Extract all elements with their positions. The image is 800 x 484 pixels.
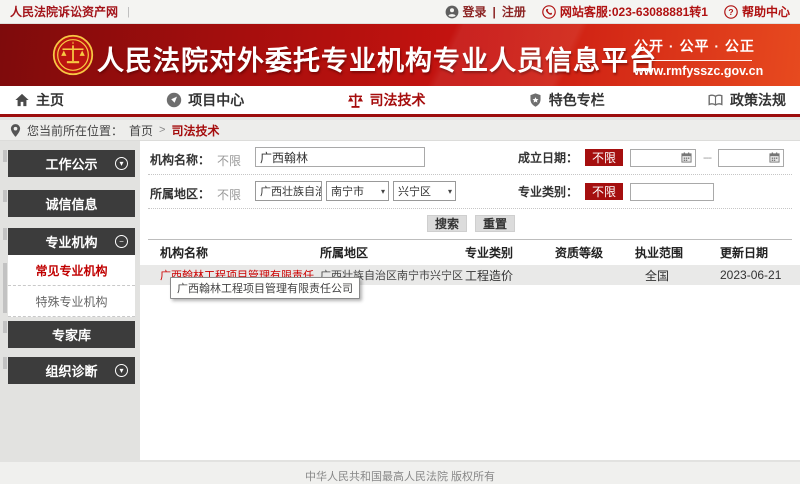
filter-buttons-row: 搜索 重置	[140, 215, 800, 232]
divider	[148, 208, 792, 209]
date-from-input[interactable]	[630, 149, 696, 167]
divider	[148, 174, 792, 175]
expand-circle-icon: ▾	[115, 157, 128, 170]
user-icon	[445, 5, 459, 19]
chevron-down-icon: ▾	[381, 187, 385, 196]
sidebar-subitem-common-orgs[interactable]: 常见专业机构	[8, 255, 135, 286]
banner: 人民法院对外委托专业机构专业人员信息平台 公开 · 公平 · 公正 www.rm…	[0, 24, 800, 86]
svg-text:?: ?	[728, 7, 733, 17]
org-name-unlimited[interactable]: 不限	[217, 152, 241, 169]
col-header-updated: 更新日期	[720, 244, 795, 261]
main-area: 工作公示 ▾ 诚信信息 专业机构 − 常见专业机构 特殊专业机构 专家库 组织诊…	[0, 141, 800, 462]
col-header-region: 所属地区	[320, 244, 465, 261]
col-header-org-name: 机构名称	[160, 244, 320, 261]
divider: |	[127, 6, 130, 18]
project-icon	[166, 92, 182, 108]
category-label: 专业类别：	[518, 183, 578, 200]
hotline[interactable]: 网站客服:023-63088881转1	[542, 3, 708, 20]
cell-updated: 2023-06-21	[720, 268, 795, 282]
page-title: 人民法院对外委托专业机构专业人员信息平台	[97, 39, 657, 78]
cell-category: 工程造价	[465, 267, 555, 284]
col-header-category: 专业类别	[465, 244, 555, 261]
page: 人民法院诉讼资产网 | 登录 | 注册 网站客服:023-63088881转1	[0, 0, 800, 484]
region-label: 所属地区：	[150, 185, 210, 202]
reset-button[interactable]: 重置	[475, 215, 515, 232]
col-header-level: 资质等级	[555, 244, 635, 261]
chevron-down-icon: ▾	[448, 187, 452, 196]
location-pin-icon	[10, 123, 21, 138]
expand-circle-icon: ▾	[115, 364, 128, 377]
nav-item-policies[interactable]: 政策法规	[707, 86, 786, 114]
nav-item-home[interactable]: 主页	[14, 86, 64, 114]
org-name-label: 机构名称：	[150, 151, 210, 168]
province-select[interactable]: 广西壮族自治▾	[255, 181, 322, 201]
nav-item-featured[interactable]: 特色专栏	[528, 86, 605, 114]
badge-icon	[528, 92, 543, 108]
sidebar-submenu: 常见专业机构 特殊专业机构	[8, 255, 135, 317]
sidebar-item-org-diagnosis[interactable]: 组织诊断 ▾	[8, 357, 135, 384]
date-range-separator: ---	[703, 152, 711, 164]
org-name-input[interactable]	[255, 147, 425, 167]
col-header-scope: 执业范围	[635, 244, 720, 261]
city-select[interactable]: 南宁市▾	[326, 181, 389, 201]
breadcrumb-home-link[interactable]: 首页	[129, 122, 153, 139]
filter-row-region: 所属地区： 不限 广西壮族自治▾ 南宁市▾ 兴宁区▾ 专业类别： 不限	[140, 181, 800, 203]
breadcrumb: 您当前所在位置： 首页 > 司法技术	[0, 120, 800, 141]
slogan: 公开 · 公平 · 公正	[634, 36, 752, 61]
org-name-tooltip: 广西翰林工程项目管理有限责任公司	[170, 277, 360, 299]
site-name[interactable]: 人民法院诉讼资产网	[10, 3, 118, 20]
calendar-icon	[681, 152, 692, 163]
book-icon	[707, 92, 724, 108]
login-register[interactable]: 登录 | 注册	[445, 3, 526, 20]
category-input[interactable]	[630, 183, 714, 201]
register-link[interactable]: 注册	[502, 3, 526, 20]
search-button[interactable]: 搜索	[427, 215, 467, 232]
footer-copyright: 中华人民共和国最高人民法院 版权所有	[0, 462, 800, 484]
sidebar-item-work-publicity[interactable]: 工作公示 ▾	[8, 150, 135, 177]
date-to-input[interactable]	[718, 149, 784, 167]
phone-icon	[542, 5, 556, 19]
login-link[interactable]: 登录	[463, 3, 487, 20]
content-panel: 机构名称： 不限 成立日期： 不限	[140, 141, 800, 460]
sidebar-subitem-special-orgs[interactable]: 特殊专业机构	[8, 286, 135, 317]
sidebar-item-expert-library[interactable]: 专家库	[8, 321, 135, 348]
site-url: www.rmfysszc.gov.cn	[634, 64, 752, 78]
region-unlimited[interactable]: 不限	[217, 186, 241, 203]
court-emblem-icon	[52, 34, 94, 76]
sidebar-item-professional-orgs[interactable]: 专业机构 −	[8, 228, 135, 255]
question-icon: ?	[724, 5, 738, 19]
nav-item-judicial-tech[interactable]: 司法技术	[347, 86, 426, 114]
established-date-label: 成立日期：	[518, 149, 578, 166]
table-header-row: 机构名称 所属地区 专业类别 资质等级 执业范围 更新日期	[140, 240, 800, 265]
calendar-icon	[769, 152, 780, 163]
home-icon	[14, 92, 30, 108]
scales-icon	[347, 92, 364, 109]
breadcrumb-current: 司法技术	[171, 122, 219, 139]
district-select[interactable]: 兴宁区▾	[393, 181, 456, 201]
breadcrumb-prefix: 您当前所在位置：	[27, 122, 123, 139]
help-center[interactable]: ? 帮助中心	[724, 3, 790, 20]
cell-scope: 全国	[635, 267, 720, 284]
category-unlimited-button[interactable]: 不限	[585, 183, 623, 200]
nav-item-project-center[interactable]: 项目中心	[166, 86, 244, 114]
primary-nav: 主页 项目中心 司法技术 特色专栏	[0, 86, 800, 117]
filter-row-org-name: 机构名称： 不限 成立日期： 不限	[140, 147, 800, 169]
collapse-circle-icon: −	[115, 235, 128, 248]
top-utility-bar: 人民法院诉讼资产网 | 登录 | 注册 网站客服:023-63088881转1	[0, 0, 800, 24]
sidebar-item-integrity-info[interactable]: 诚信信息	[8, 190, 135, 217]
sidebar: 工作公示 ▾ 诚信信息 专业机构 − 常见专业机构 特殊专业机构 专家库 组织诊…	[3, 150, 135, 384]
established-unlimited-button[interactable]: 不限	[585, 149, 623, 166]
